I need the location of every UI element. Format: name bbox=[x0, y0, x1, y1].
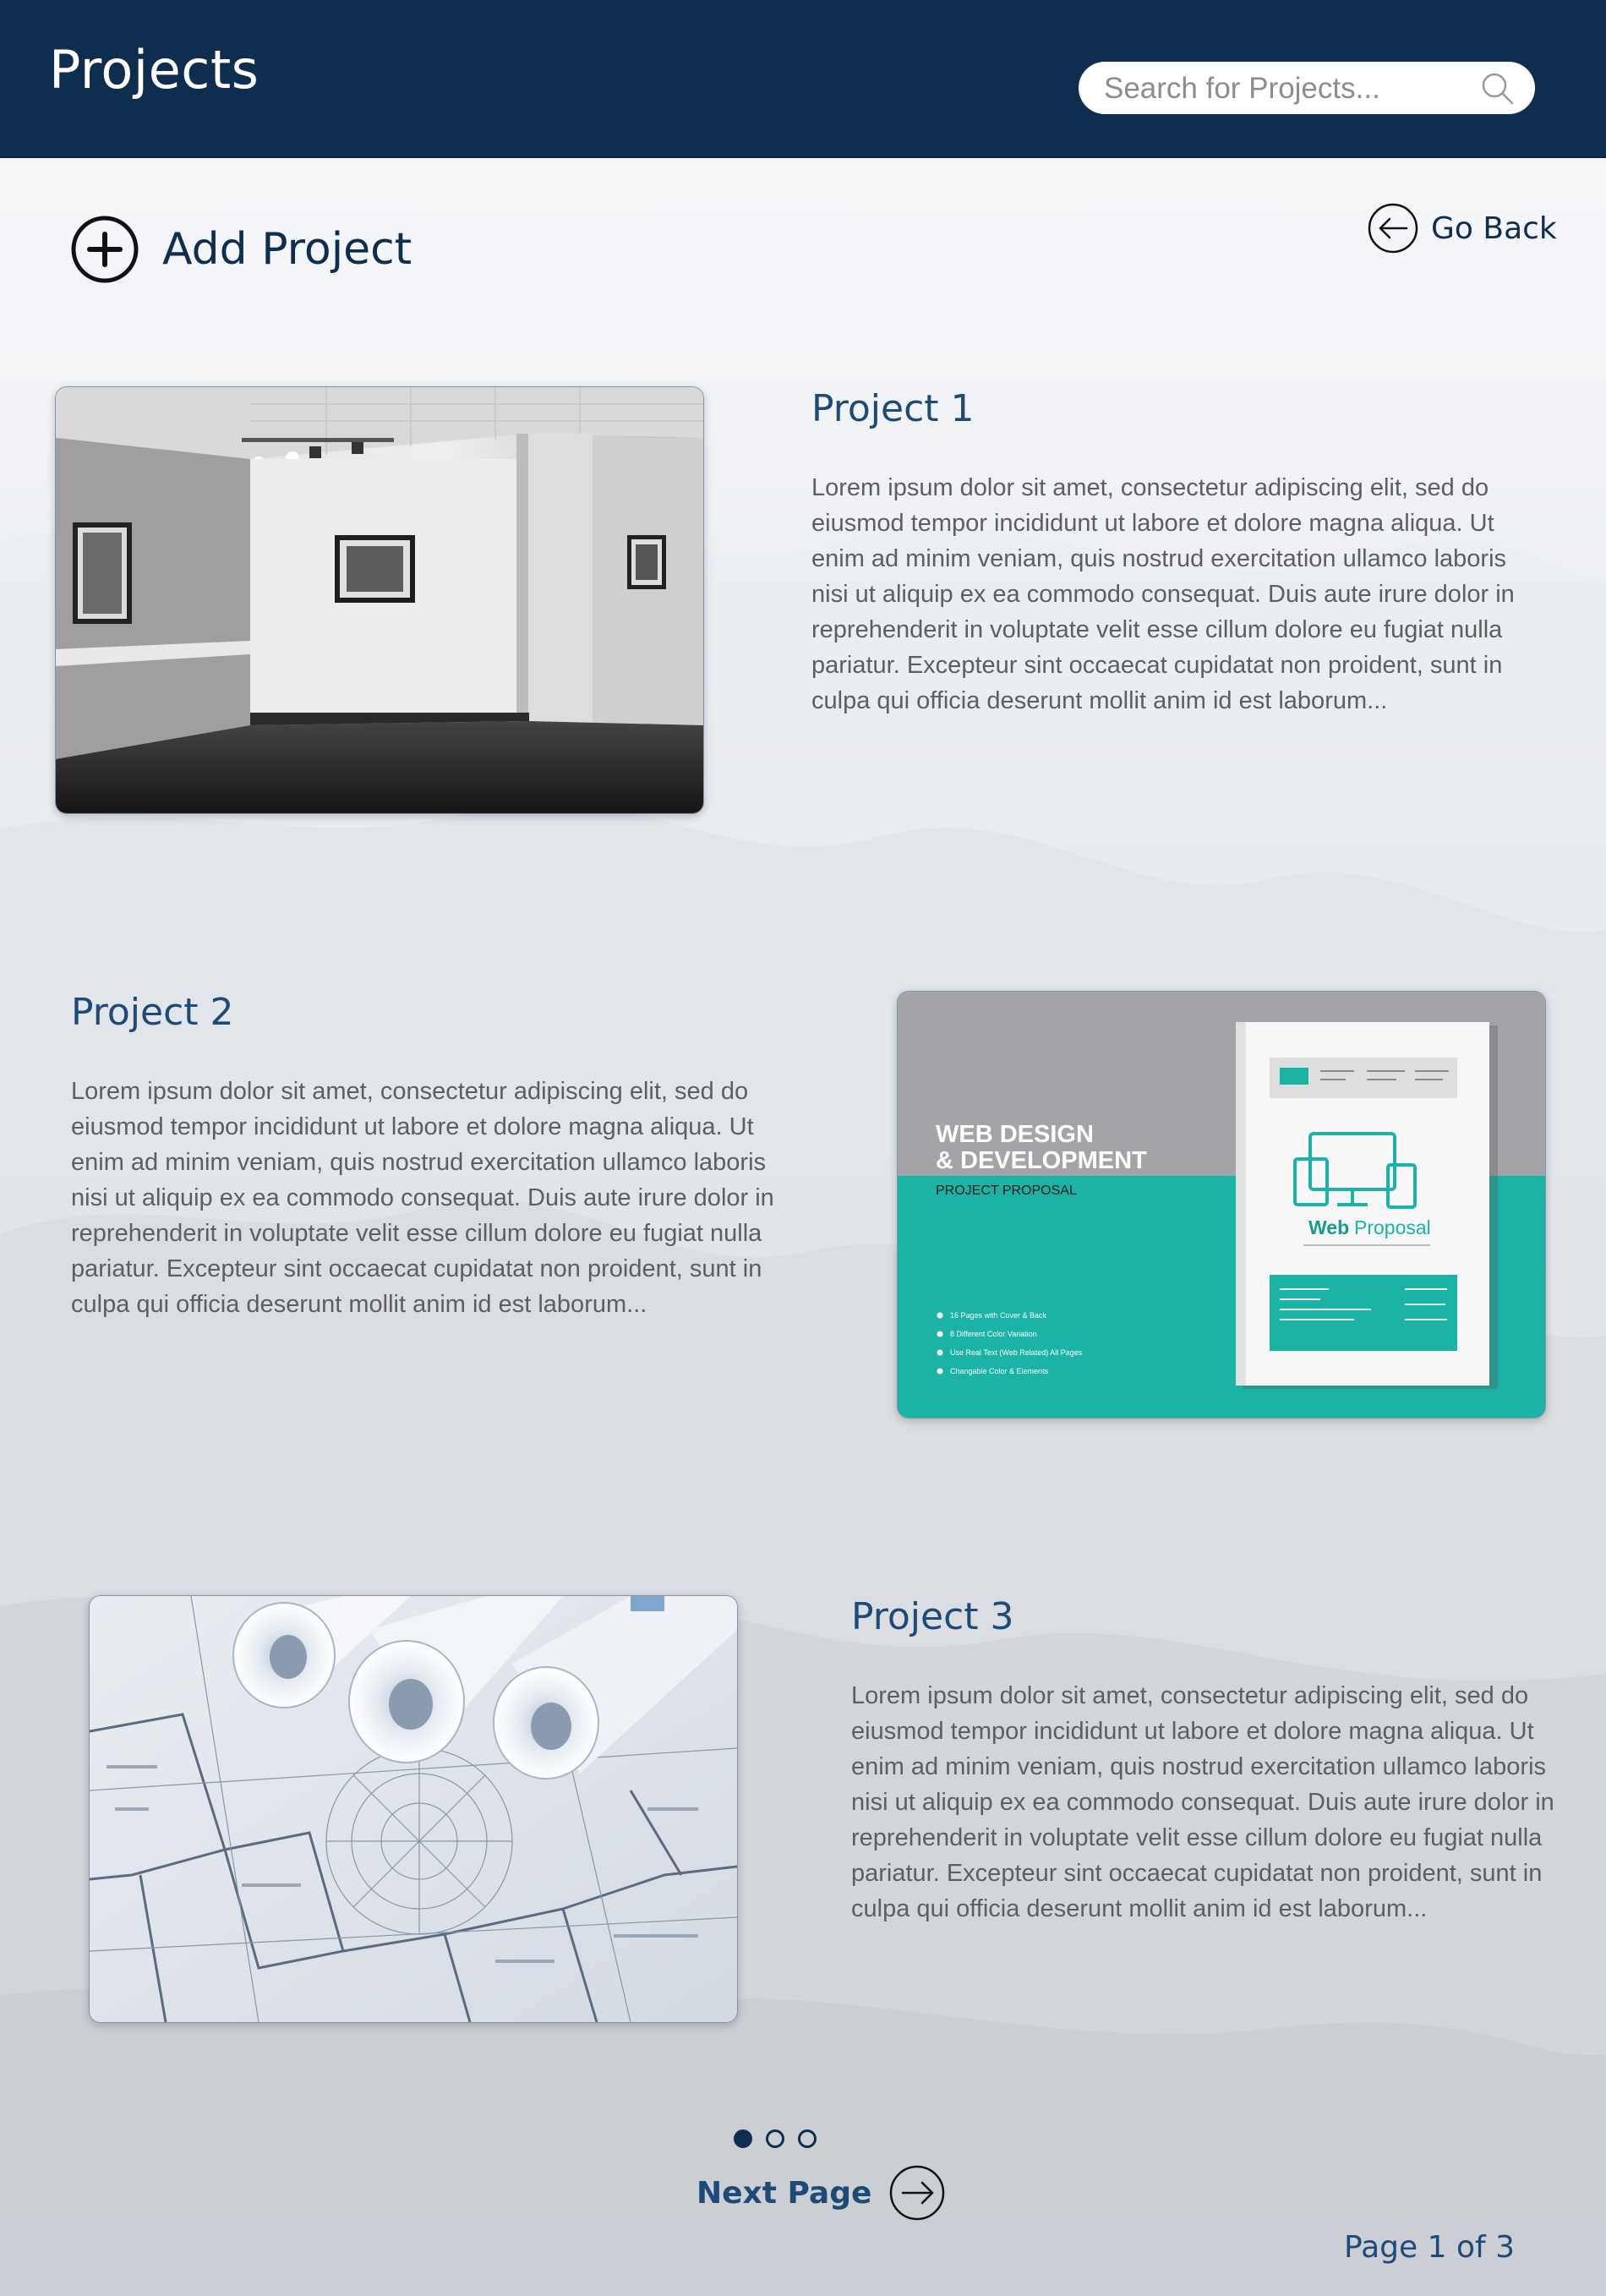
project-3-title[interactable]: Project 3 bbox=[851, 1595, 1014, 1638]
cover-subheading: PROJECT PROPOSAL bbox=[936, 1184, 1077, 1198]
next-page-button[interactable]: Next Page bbox=[696, 2164, 946, 2222]
project-2-title[interactable]: Project 2 bbox=[71, 991, 234, 1034]
cover-bullet: 8 Different Color Variation bbox=[950, 1330, 1037, 1338]
go-back-label: Go Back bbox=[1431, 210, 1557, 246]
cover-bullet: Changable Color & Elements bbox=[950, 1367, 1049, 1375]
architectural-blueprints-photo bbox=[90, 1596, 737, 2022]
page-dots bbox=[734, 2129, 817, 2148]
page-dot-2[interactable] bbox=[766, 2129, 784, 2148]
web-design-proposal-cover: WEB DESIGN & DEVELOPMENT PROJECT PROPOSA… bbox=[898, 992, 1545, 1418]
project-1-image[interactable] bbox=[55, 386, 704, 814]
top-header: Projects bbox=[0, 0, 1606, 158]
project-2-image[interactable]: WEB DESIGN & DEVELOPMENT PROJECT PROPOSA… bbox=[897, 991, 1546, 1419]
cover-bullet: Use Real Text (Web Related) All Pages bbox=[950, 1348, 1083, 1357]
page-dot-1[interactable] bbox=[734, 2129, 752, 2148]
arrow-left-circle-icon bbox=[1368, 203, 1418, 254]
brochure-title: Proposal bbox=[1354, 1216, 1431, 1238]
next-page-label: Next Page bbox=[696, 2175, 872, 2211]
search-input[interactable] bbox=[1102, 62, 1461, 116]
project-1-description: Lorem ipsum dolor sit amet, consectetur … bbox=[811, 474, 1515, 714]
art-gallery-photo bbox=[56, 387, 703, 813]
cover-heading-1: WEB DESIGN bbox=[936, 1121, 1094, 1148]
add-project-label: Add Project bbox=[162, 224, 412, 275]
search-bar[interactable] bbox=[1079, 62, 1535, 116]
brochure-title: Web bbox=[1308, 1216, 1349, 1238]
project-3-image[interactable] bbox=[89, 1595, 738, 2023]
plus-circle-icon bbox=[71, 216, 139, 283]
add-project-button[interactable]: Add Project bbox=[69, 214, 412, 285]
page-dot-3[interactable] bbox=[798, 2129, 817, 2148]
project-2-description: Lorem ipsum dolor sit amet, consectetur … bbox=[71, 1078, 774, 1318]
search-icon[interactable] bbox=[1476, 67, 1518, 109]
project-1-title[interactable]: Project 1 bbox=[811, 387, 975, 430]
page-indicator: Page 1 of 3 bbox=[1344, 2230, 1515, 2265]
arrow-right-circle-icon bbox=[890, 2165, 945, 2221]
page-title: Projects bbox=[49, 39, 259, 101]
project-3-description: Lorem ipsum dolor sit amet, consectetur … bbox=[851, 1682, 1554, 1922]
go-back-button[interactable]: Go Back bbox=[1367, 201, 1557, 255]
cover-bullet: 16 Pages with Cover & Back bbox=[950, 1311, 1047, 1320]
cover-heading-2: & DEVELOPMENT bbox=[936, 1147, 1147, 1174]
